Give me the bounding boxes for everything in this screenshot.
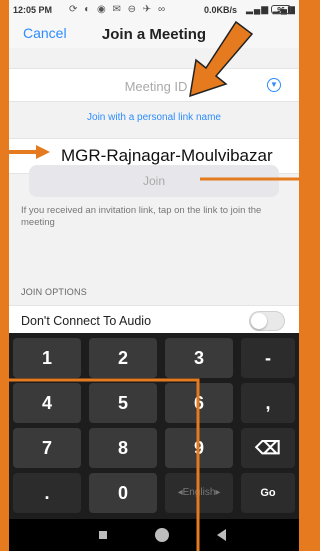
network-speed: 0.0KB/s xyxy=(204,5,238,15)
home-icon[interactable] xyxy=(155,528,169,542)
navigation-bar xyxy=(9,519,299,551)
key-period[interactable]: . xyxy=(13,473,81,513)
chevron-down-icon[interactable]: ▼ xyxy=(267,78,281,92)
key-comma[interactable]: , xyxy=(241,383,295,423)
key-language[interactable]: ◂English▸ xyxy=(165,473,233,513)
key-9[interactable]: 9 xyxy=(165,428,233,468)
header: Join a Meeting Cancel xyxy=(9,22,299,48)
key-7[interactable]: 7 xyxy=(13,428,81,468)
numeric-keyboard: 1 2 3- 4 5 6, 7 8 9 ⌫. 0 ◂English▸ Go xyxy=(9,333,299,519)
audio-toggle[interactable] xyxy=(249,311,285,331)
key-minus[interactable]: - xyxy=(241,338,295,378)
battery-icon: 96 xyxy=(271,5,291,14)
join-options-heading: JOIN OPTIONS xyxy=(21,287,87,297)
meeting-id-row: ▼ xyxy=(9,68,299,102)
key-5[interactable]: 5 xyxy=(89,383,157,423)
audio-option-label: Don't Connect To Audio xyxy=(21,314,152,328)
key-1[interactable]: 1 xyxy=(13,338,81,378)
key-backspace[interactable]: ⌫ xyxy=(241,428,295,468)
key-2[interactable]: 2 xyxy=(89,338,157,378)
key-0[interactable]: 0 xyxy=(89,473,157,513)
recents-icon[interactable] xyxy=(99,531,107,539)
key-4[interactable]: 4 xyxy=(13,383,81,423)
notification-icons: ⟳ ◐ ◉ ✉ ⊖ ✈ ∞ xyxy=(69,4,168,15)
invitation-note: If you received an invitation link, tap … xyxy=(21,205,262,228)
key-8[interactable]: 8 xyxy=(89,428,157,468)
back-icon[interactable] xyxy=(217,529,226,541)
meeting-id-input[interactable] xyxy=(49,73,263,99)
status-bar: 12:05 PM ⟳ ◐ ◉ ✉ ⊖ ✈ ∞ 0.0KB/s ▂▄▆ ▂▄▆ 9… xyxy=(9,0,299,22)
audio-option-row: Don't Connect To Audio xyxy=(9,305,299,336)
phone-screen: 12:05 PM ⟳ ◐ ◉ ✉ ⊖ ✈ ∞ 0.0KB/s ▂▄▆ ▂▄▆ 9… xyxy=(9,0,299,551)
join-button[interactable]: Join xyxy=(29,165,279,197)
cancel-button[interactable]: Cancel xyxy=(23,25,67,41)
key-3[interactable]: 3 xyxy=(165,338,233,378)
personal-link-name-link[interactable]: Join with a personal link name xyxy=(9,112,299,123)
key-6[interactable]: 6 xyxy=(165,383,233,423)
status-time: 12:05 PM xyxy=(13,5,53,15)
key-go[interactable]: Go xyxy=(241,473,295,513)
